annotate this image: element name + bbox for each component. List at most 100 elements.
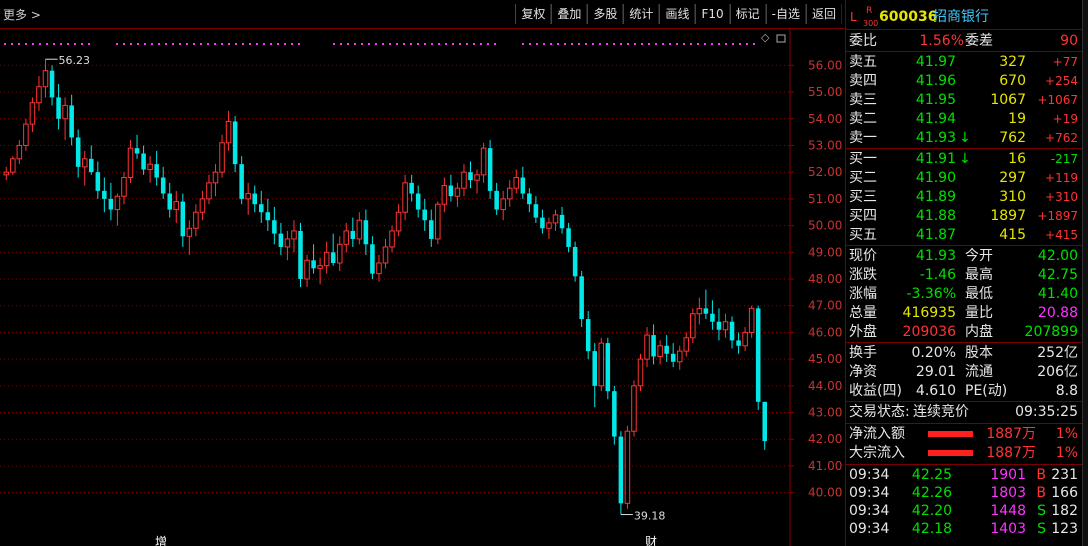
toolbar-button-3[interactable]: 统计 [623, 4, 660, 24]
candle-body [552, 214, 559, 224]
tick-volume: 1403 [990, 521, 1026, 537]
y-tick-label: 53.00 [808, 138, 842, 152]
stat-value: 41.40 [1037, 286, 1078, 302]
stat-value: -3.36% [906, 286, 956, 302]
y-tick-label: 52.00 [808, 165, 842, 179]
signal-dot [543, 43, 545, 45]
bid-label: 买五 [849, 227, 877, 243]
stat-value: 20.88 [1037, 305, 1078, 321]
tick-count: 166 [1051, 485, 1078, 501]
candle-body [3, 171, 10, 176]
signal-dot [564, 43, 566, 45]
candle-body [376, 262, 382, 275]
candle-body [212, 171, 219, 184]
candle-body [487, 148, 493, 191]
candle-body [618, 436, 624, 504]
candle-body [311, 260, 316, 269]
candlestick-chart[interactable]: 56.00 55.00 54.00 53.00 52.00 51.00 50.00 49.00… [0, 28, 845, 546]
candle-body [134, 148, 140, 154]
tick-time: 09:34 [849, 521, 890, 537]
signal-dot [487, 43, 489, 45]
toolbar-button-8[interactable]: 返回 [805, 4, 842, 24]
toolbar-button-0[interactable]: 复权 [515, 4, 552, 24]
candle-body [748, 307, 755, 333]
stat-label: 外盘 [849, 324, 877, 340]
candle-body [664, 345, 669, 354]
y-tick-label: 50.00 [808, 219, 842, 233]
stat-value: 42.75 [1037, 267, 1078, 283]
fund-value: 29.01 [915, 364, 956, 380]
signal-dot [557, 43, 559, 45]
candle-body [631, 385, 637, 432]
bid-label: 买一 [849, 151, 877, 167]
candle-body [49, 70, 55, 98]
tick-row: 09:34 42.26 1803 B 166 [846, 484, 1082, 503]
stat-row: 涨跌 -1.46 最高 42.75 [846, 266, 1082, 285]
signal-dot [186, 43, 188, 45]
tag-l: L [850, 10, 857, 24]
candle-body [480, 147, 487, 176]
more-menu-button[interactable]: 更多 > [3, 6, 41, 23]
candle-body [278, 233, 284, 247]
candle-body [330, 252, 336, 263]
stock-code: 600036 [879, 9, 938, 25]
bid-volume: 310 [999, 189, 1026, 205]
fund-label: 流通 [965, 364, 993, 380]
toolbar-button-6[interactable]: 标记 [729, 4, 766, 24]
tick-volume: 1901 [990, 467, 1026, 483]
y-tick-label: 47.00 [808, 299, 842, 313]
candle-body [474, 174, 480, 181]
signal-dot [417, 43, 419, 45]
signal-dot [284, 43, 286, 45]
tick-row: 09:34 42.18 1403 S 123 [846, 520, 1082, 539]
signal-dot [354, 43, 356, 45]
arrow-down-icon: ↓ [959, 130, 971, 146]
candle-body [441, 185, 448, 205]
bid-change: +1897 [1037, 209, 1078, 223]
toolbar-button-2[interactable]: 多股 [587, 4, 624, 24]
candle-body [121, 177, 127, 197]
signal-dot [466, 43, 468, 45]
candle-body [722, 321, 729, 331]
signal-dot [445, 43, 447, 45]
signal-dot [459, 43, 461, 45]
candle-body [75, 137, 81, 167]
candle-body [624, 430, 631, 504]
candle-body [402, 182, 408, 213]
bid-change: +119 [1045, 171, 1078, 185]
divider [846, 401, 1082, 402]
candle-body [415, 193, 421, 210]
bid-label: 买三 [849, 189, 877, 205]
tick-price: 42.26 [911, 485, 952, 501]
candle-body [716, 321, 722, 330]
toolbar-button-4[interactable]: 画线 [659, 4, 696, 24]
tick-price: 42.25 [911, 467, 952, 483]
toolbar-button-7[interactable]: -自选 [765, 4, 806, 24]
candle-body [683, 337, 690, 352]
toolbar-button-1[interactable]: 叠加 [551, 4, 588, 24]
more-label: 更多 [3, 8, 28, 22]
signal-dot [424, 43, 426, 45]
y-tick-label: 43.00 [808, 406, 842, 420]
fund-label: PE(动) [965, 383, 1008, 399]
candle-body [670, 353, 676, 362]
ask-price: 41.94 [915, 111, 956, 127]
ask-change: +1067 [1037, 93, 1078, 107]
signal-dot [655, 43, 657, 45]
y-tick-label: 55.00 [808, 85, 842, 99]
signal-dot [550, 43, 552, 45]
tick-count: 123 [1051, 521, 1078, 537]
toolbar-buttons: 复权 叠加 多股 统计 画线 F10 标记 -自选 返回 [515, 4, 842, 24]
divider [846, 464, 1082, 465]
candle-body [219, 142, 225, 173]
signal-dot [151, 43, 153, 45]
tick-count: 182 [1051, 503, 1078, 519]
ask-change: +762 [1045, 131, 1078, 145]
candle-body [343, 230, 350, 245]
side-scrollbar[interactable] [1082, 0, 1088, 546]
signal-dot [172, 43, 174, 45]
candle-body [422, 209, 427, 221]
candle-body [114, 195, 121, 211]
toolbar-button-5[interactable]: F10 [695, 4, 730, 24]
tick-time: 09:34 [849, 467, 890, 483]
